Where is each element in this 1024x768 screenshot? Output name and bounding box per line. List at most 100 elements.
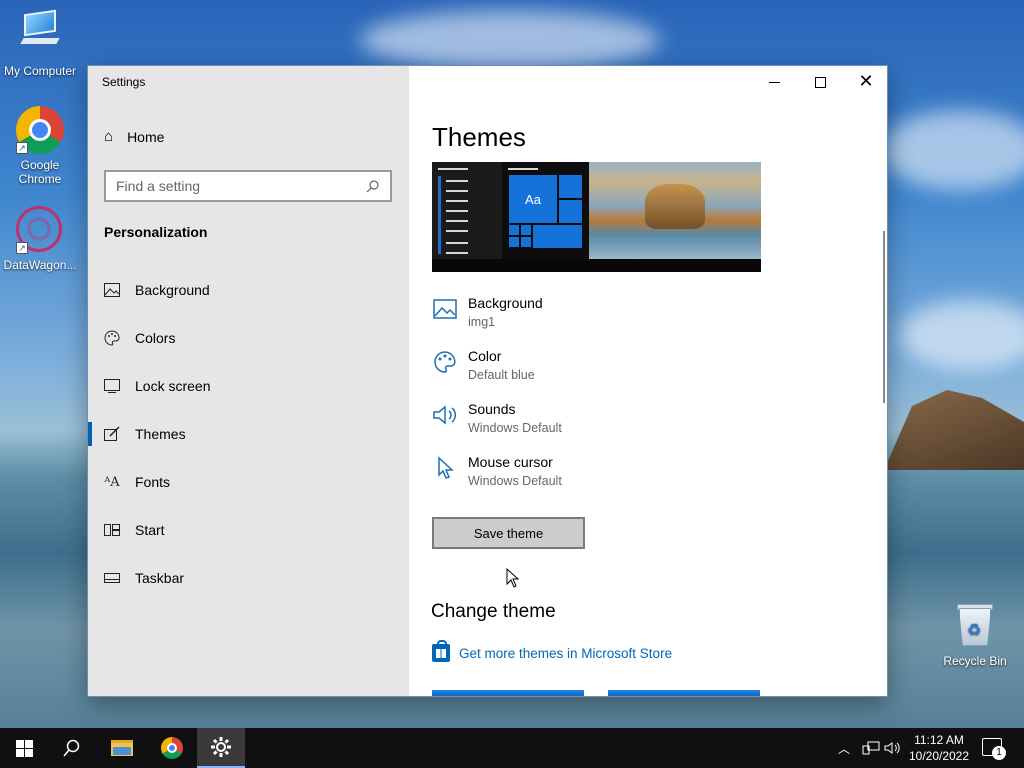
show-hidden-icons-button[interactable]: ︿ — [838, 728, 850, 768]
taskbar-chrome[interactable] — [148, 728, 196, 768]
sidebar-item-fonts[interactable]: ᴬA Fonts — [88, 458, 409, 506]
volume-tray-button[interactable] — [884, 728, 900, 768]
sidebar-item-label: Colors — [135, 330, 176, 346]
close-button[interactable]: ✕ — [843, 66, 887, 98]
property-value: Windows Default — [468, 474, 562, 488]
settings-icon — [211, 737, 231, 757]
taskbar-file-explorer[interactable] — [98, 728, 146, 768]
minimize-icon — [768, 81, 780, 83]
theme-property-background[interactable]: Background img1 — [432, 294, 562, 347]
microsoft-store-link[interactable]: Get more themes in Microsoft Store — [432, 640, 672, 662]
sidebar-item-start[interactable]: Start — [88, 506, 409, 554]
theme-property-sounds[interactable]: Sounds Windows Default — [432, 400, 562, 453]
taskbar: ︿ 11:12 AM 10/20/2022 1 — [0, 728, 1024, 768]
content-scrollbar[interactable] — [883, 231, 885, 403]
sidebar-item-colors[interactable]: Colors — [88, 314, 409, 362]
store-icon — [432, 640, 450, 662]
sidebar-item-themes[interactable]: Themes — [88, 410, 409, 458]
minimize-button[interactable] — [751, 66, 797, 98]
close-icon: ✕ — [858, 71, 874, 92]
speaker-icon — [432, 403, 458, 427]
theme-property-mouse-cursor[interactable]: Mouse cursor Windows Default — [432, 453, 562, 506]
property-title: Sounds — [468, 401, 516, 417]
property-value: Default blue — [468, 368, 535, 382]
settings-window: Settings ⌂ Home Find a setting Personali… — [87, 65, 888, 697]
picture-icon — [104, 282, 120, 298]
wallpaper-cloud — [880, 110, 1024, 190]
chevron-up-icon: ︿ — [838, 741, 851, 756]
sidebar-item-label: Fonts — [135, 474, 171, 490]
sidebar-item-label: Themes — [135, 426, 186, 442]
theme-preview: Aa — [432, 162, 761, 272]
property-title: Mouse cursor — [468, 454, 553, 470]
theme-thumbnail[interactable] — [432, 690, 584, 696]
property-value: img1 — [468, 315, 496, 329]
sidebar-item-background[interactable]: Background — [88, 266, 409, 314]
change-theme-heading: Change theme — [431, 601, 556, 622]
cursor-icon — [432, 456, 458, 480]
taskbar-clock[interactable]: 11:12 AM 10/20/2022 — [904, 732, 974, 764]
settings-content: Themes Aa Background img1 Color Default … — [409, 66, 887, 696]
maximize-icon — [814, 76, 826, 88]
wallpaper-cloud — [360, 10, 660, 70]
taskbar-icon — [104, 570, 120, 586]
network-tray-button[interactable] — [862, 728, 880, 768]
wallpaper-rock — [884, 390, 1024, 470]
wallpaper-cloud — [900, 300, 1024, 370]
network-icon — [862, 741, 880, 755]
sidebar-item-lock-screen[interactable]: Lock screen — [88, 362, 409, 410]
sidebar-item-label: Taskbar — [135, 570, 185, 586]
clock-date: 10/20/2022 — [908, 749, 970, 763]
desktop-icon-my-computer[interactable]: My Computer — [0, 8, 80, 78]
theme-thumbnail[interactable] — [608, 690, 760, 696]
themes-icon — [104, 426, 120, 442]
sidebar-item-label: Background — [135, 282, 210, 298]
desktop-icon-label: My Computer — [3, 64, 77, 78]
sidebar-item-label: Start — [135, 522, 165, 538]
desktop-icon-label: Recycle Bin — [943, 654, 1007, 668]
preview-start-list — [432, 162, 502, 259]
sidebar-home-label: Home — [127, 128, 165, 145]
notification-count-badge: 1 — [992, 746, 1006, 760]
preview-tile-label: Aa — [508, 174, 558, 224]
preview-taskbar — [432, 259, 761, 272]
search-placeholder: Find a setting — [116, 178, 201, 194]
window-title: Settings — [102, 75, 146, 89]
maximize-button[interactable] — [797, 66, 843, 98]
preview-wallpaper — [589, 162, 761, 259]
sidebar-item-label: Lock screen — [135, 378, 211, 394]
search-icon — [366, 180, 379, 193]
shortcut-arrow-icon: ↗ — [16, 142, 28, 154]
computer-icon — [20, 9, 60, 46]
fonts-icon: ᴬA — [104, 474, 120, 490]
chrome-icon — [161, 737, 183, 759]
desktop-icon-recycle-bin[interactable]: ♻ Recycle Bin — [935, 602, 1015, 668]
palette-icon — [104, 330, 120, 346]
taskbar-settings[interactable] — [197, 728, 245, 768]
sidebar-nav: Background Colors Lock screen Themes ᴬA … — [88, 266, 409, 602]
theme-property-color[interactable]: Color Default blue — [432, 347, 562, 400]
theme-properties: Background img1 Color Default blue Sound… — [432, 294, 562, 506]
desktop-icon-label: Google Chrome — [18, 158, 62, 186]
search-input[interactable]: Find a setting — [104, 170, 392, 202]
taskbar-search-button[interactable] — [48, 728, 96, 768]
preview-tiles: Aa — [508, 162, 584, 259]
lock-screen-icon — [104, 378, 120, 394]
search-icon — [63, 739, 80, 757]
property-title: Color — [468, 348, 502, 364]
desktop-icon-google-chrome[interactable]: ↗ Google Chrome — [0, 106, 80, 186]
recycle-bin-icon: ♻ — [957, 602, 993, 646]
start-button[interactable] — [0, 728, 48, 768]
property-value: Windows Default — [468, 421, 562, 435]
start-icon — [104, 522, 120, 538]
save-theme-button[interactable]: Save theme — [432, 517, 585, 549]
sidebar-home[interactable]: ⌂ Home — [104, 128, 164, 145]
page-title: Themes — [432, 122, 526, 152]
settings-sidebar: Settings ⌂ Home Find a setting Personali… — [88, 66, 409, 696]
sidebar-item-taskbar[interactable]: Taskbar — [88, 554, 409, 602]
shortcut-arrow-icon: ↗ — [16, 242, 28, 254]
windows-logo-icon — [15, 739, 33, 757]
picture-icon — [432, 297, 458, 321]
home-icon: ⌂ — [104, 128, 114, 145]
desktop-icon-datawagon[interactable]: ↗ DataWagon... — [0, 206, 80, 272]
